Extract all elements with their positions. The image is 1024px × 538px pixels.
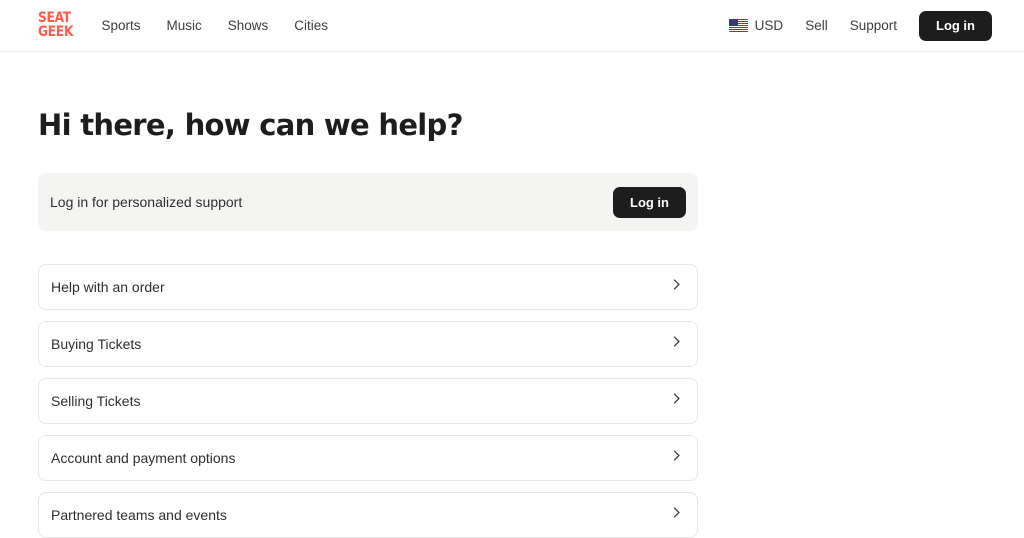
- chevron-right-icon: [670, 506, 683, 524]
- nav-item-sports[interactable]: Sports: [101, 18, 140, 33]
- chevron-right-icon: [670, 335, 683, 353]
- header-left-group: SEAT GEEK Sports Music Shows Cities: [38, 12, 328, 39]
- page-title: Hi there, how can we help?: [38, 52, 986, 142]
- help-topic-label: Help with an order: [51, 279, 165, 295]
- help-topic-label: Selling Tickets: [51, 393, 140, 409]
- help-topic-account-and-payment-options[interactable]: Account and payment options: [38, 435, 698, 481]
- help-topic-selling-tickets[interactable]: Selling Tickets: [38, 378, 698, 424]
- chevron-right-icon: [670, 392, 683, 410]
- banner-login-button[interactable]: Log in: [613, 187, 686, 218]
- header-right-group: USD Sell Support Log in: [729, 11, 992, 41]
- currency-label: USD: [755, 18, 784, 33]
- help-topic-buying-tickets[interactable]: Buying Tickets: [38, 321, 698, 367]
- header-login-button[interactable]: Log in: [919, 11, 992, 41]
- help-topic-partnered-teams-and-events[interactable]: Partnered teams and events: [38, 492, 698, 538]
- us-flag-icon: [729, 19, 748, 32]
- nav-item-music[interactable]: Music: [166, 18, 201, 33]
- site-header: SEAT GEEK Sports Music Shows Cities: [0, 0, 1024, 52]
- help-topic-label: Partnered teams and events: [51, 507, 227, 523]
- chevron-right-icon: [670, 449, 683, 467]
- help-topic-label: Buying Tickets: [51, 336, 141, 352]
- nav-item-support[interactable]: Support: [850, 18, 897, 33]
- main-content: Hi there, how can we help? Log in for pe…: [0, 52, 1024, 538]
- primary-nav: Sports Music Shows Cities: [101, 18, 328, 33]
- login-prompt-banner: Log in for personalized support Log in: [38, 173, 698, 231]
- login-prompt-text: Log in for personalized support: [50, 194, 242, 210]
- currency-selector[interactable]: USD: [729, 18, 784, 33]
- nav-item-sell[interactable]: Sell: [805, 18, 828, 33]
- logo-line-geek: GEEK: [38, 26, 73, 39]
- help-topic-label: Account and payment options: [51, 450, 235, 466]
- chevron-right-icon: [670, 278, 683, 296]
- nav-item-shows[interactable]: Shows: [228, 18, 269, 33]
- help-topic-help-with-an-order[interactable]: Help with an order: [38, 264, 698, 310]
- help-content-column: Log in for personalized support Log in H…: [38, 173, 698, 538]
- help-topic-list: Help with an order Buying Tickets Sellin…: [38, 264, 698, 538]
- seatgeek-logo[interactable]: SEAT GEEK: [38, 12, 75, 39]
- nav-item-cities[interactable]: Cities: [294, 18, 328, 33]
